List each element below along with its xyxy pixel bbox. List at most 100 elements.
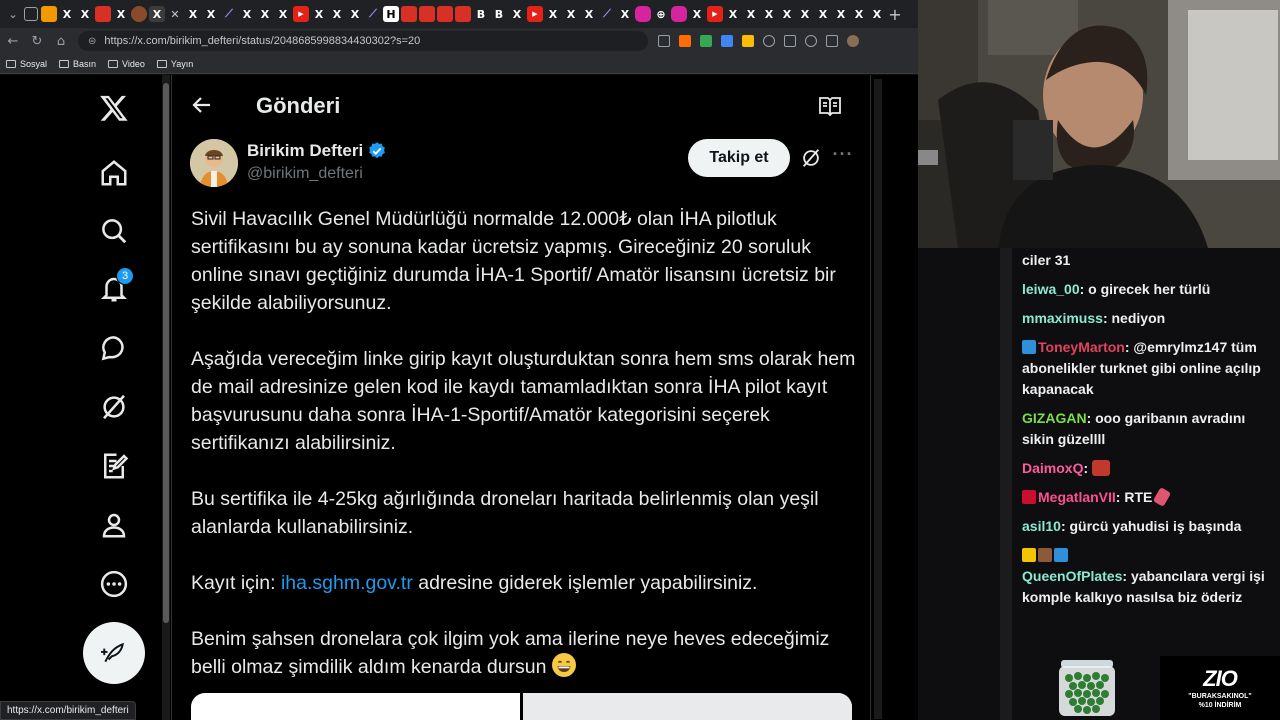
chat-username[interactable]: QueenOfPlates (1022, 568, 1122, 584)
x-tab-icon[interactable]: X (815, 6, 831, 22)
tab-favicon[interactable] (131, 6, 147, 22)
scrollbar-thumb[interactable] (163, 83, 169, 623)
back-icon[interactable]: ← (6, 34, 20, 49)
sidebar-scrollbar[interactable] (162, 75, 170, 720)
instagram-tab-icon[interactable] (635, 6, 651, 22)
x-tab-icon[interactable]: X (149, 6, 165, 22)
instagram-tab-icon[interactable] (671, 6, 687, 22)
tab-favicon[interactable] (41, 6, 57, 22)
x-tab-icon[interactable]: X (257, 6, 273, 22)
extension-icon[interactable] (721, 35, 733, 47)
url-text[interactable]: https://x.com/birikim_defteri/status/204… (104, 35, 420, 47)
new-tab-icon[interactable]: + (887, 5, 903, 24)
scrollbar-thumb[interactable] (874, 79, 882, 719)
page-scrollbar[interactable] (871, 75, 885, 720)
tab-favicon[interactable]: ⊕ (653, 6, 669, 22)
x-tab-icon[interactable]: X (545, 6, 561, 22)
x-logo-icon[interactable] (96, 90, 132, 126)
post-button[interactable] (83, 622, 145, 684)
tab-favicon[interactable]: B (491, 6, 507, 22)
tab-favicon[interactable] (401, 6, 417, 22)
site-info-icon[interactable]: ⊜ (88, 36, 96, 47)
youtube-tab-icon[interactable]: ▶ (293, 6, 309, 22)
back-arrow-icon[interactable] (190, 93, 214, 117)
x-tab-icon[interactable]: X (347, 6, 363, 22)
collections-icon[interactable] (826, 35, 838, 47)
x-tab-icon[interactable]: X (689, 6, 705, 22)
x-tab-icon[interactable]: X (59, 6, 75, 22)
chat-username[interactable]: DaimoxQ (1022, 460, 1083, 476)
notifications-icon[interactable]: 3 (96, 267, 134, 307)
x-tab-icon[interactable]: X (77, 6, 93, 22)
tweet-image[interactable] (523, 693, 852, 720)
tab-favicon[interactable] (419, 6, 435, 22)
workspaces-icon[interactable] (24, 7, 38, 21)
tab-favicon[interactable] (455, 6, 471, 22)
chat-username[interactable]: mmaximuss (1022, 310, 1103, 326)
url-field[interactable]: ⊜ https://x.com/birikim_defteri/status/2… (78, 31, 648, 51)
x-tab-icon[interactable]: X (617, 6, 633, 22)
tweet-media[interactable] (191, 693, 852, 720)
x-tab-icon[interactable]: X (743, 6, 759, 22)
x-tab-icon[interactable]: X (329, 6, 345, 22)
tab-list-icon[interactable]: ⌄ (5, 6, 21, 22)
reload-icon[interactable]: ↻ (30, 34, 44, 49)
extension-icon[interactable] (700, 35, 712, 47)
bookmark-folder[interactable]: Video (108, 59, 145, 69)
x-tab-icon[interactable]: X (779, 6, 795, 22)
profile-avatar[interactable] (847, 35, 859, 47)
more-options-icon[interactable]: ··· (832, 145, 854, 167)
x-tab-icon[interactable]: X (509, 6, 525, 22)
extension-icon[interactable] (763, 35, 775, 47)
x-tab-icon[interactable]: X (869, 6, 885, 22)
more-icon[interactable] (96, 566, 132, 602)
bookmark-folder[interactable]: Yayın (156, 59, 193, 69)
compose-list-icon[interactable] (96, 448, 132, 484)
tab-favicon[interactable]: ⟋ (221, 6, 237, 22)
x-tab-icon[interactable]: X (311, 6, 327, 22)
tab-favicon[interactable]: ⟋ (365, 6, 381, 22)
bookmark-folder[interactable]: Basın (59, 59, 96, 69)
x-tab-icon[interactable]: X (581, 6, 597, 22)
extension-icon[interactable] (679, 35, 691, 47)
author-name[interactable]: Birikim Defteri (247, 141, 387, 161)
grok-explain-icon[interactable] (800, 147, 822, 169)
x-tab-icon[interactable]: X (797, 6, 813, 22)
x-tab-icon[interactable]: X (275, 6, 291, 22)
x-tab-icon[interactable]: X (113, 6, 129, 22)
x-tab-icon[interactable]: X (725, 6, 741, 22)
tab-favicon[interactable] (437, 6, 453, 22)
tab-favicon[interactable] (95, 6, 111, 22)
close-tab-icon[interactable]: ✕ (167, 6, 183, 22)
chat-username[interactable]: leiwa_00 (1022, 281, 1080, 297)
author-avatar[interactable] (190, 139, 238, 187)
extension-icon[interactable] (658, 35, 670, 47)
youtube-tab-icon[interactable]: ▶ (527, 6, 543, 22)
chat-username[interactable]: asil10 (1022, 518, 1061, 534)
x-tab-icon[interactable]: X (563, 6, 579, 22)
tweet-link[interactable]: iha.sghm.gov.tr (281, 572, 413, 594)
x-tab-icon[interactable]: X (851, 6, 867, 22)
browser-tab-strip[interactable]: ⌄ X X X X ✕ X X ⟋ X X X ▶ X X X ⟋ H B B … (0, 0, 918, 28)
chat-username[interactable]: ToneyMarton (1038, 339, 1125, 355)
x-tab-icon[interactable]: X (203, 6, 219, 22)
x-tab-icon[interactable]: X (185, 6, 201, 22)
profile-icon[interactable] (96, 507, 132, 543)
split-view-icon[interactable] (784, 35, 796, 47)
explore-icon[interactable] (96, 213, 132, 249)
chat-username[interactable]: GIZAGAN (1022, 410, 1087, 426)
follow-button[interactable]: Takip et (688, 139, 790, 177)
x-tab-icon[interactable]: X (833, 6, 849, 22)
youtube-tab-icon[interactable]: ▶ (707, 6, 723, 22)
grok-icon[interactable] (96, 389, 132, 425)
tab-favicon[interactable]: H (383, 6, 399, 22)
author-handle[interactable]: @birikim_defteri (247, 165, 363, 183)
bookmark-folder[interactable]: Sosyal (6, 59, 47, 69)
x-tab-icon[interactable]: X (239, 6, 255, 22)
x-tab-icon[interactable]: X (761, 6, 777, 22)
home-icon[interactable]: ⌂ (54, 34, 68, 49)
home-icon[interactable] (96, 155, 132, 191)
extension-icon[interactable] (742, 35, 754, 47)
messages-icon[interactable] (96, 330, 132, 366)
favorites-icon[interactable] (805, 35, 817, 47)
